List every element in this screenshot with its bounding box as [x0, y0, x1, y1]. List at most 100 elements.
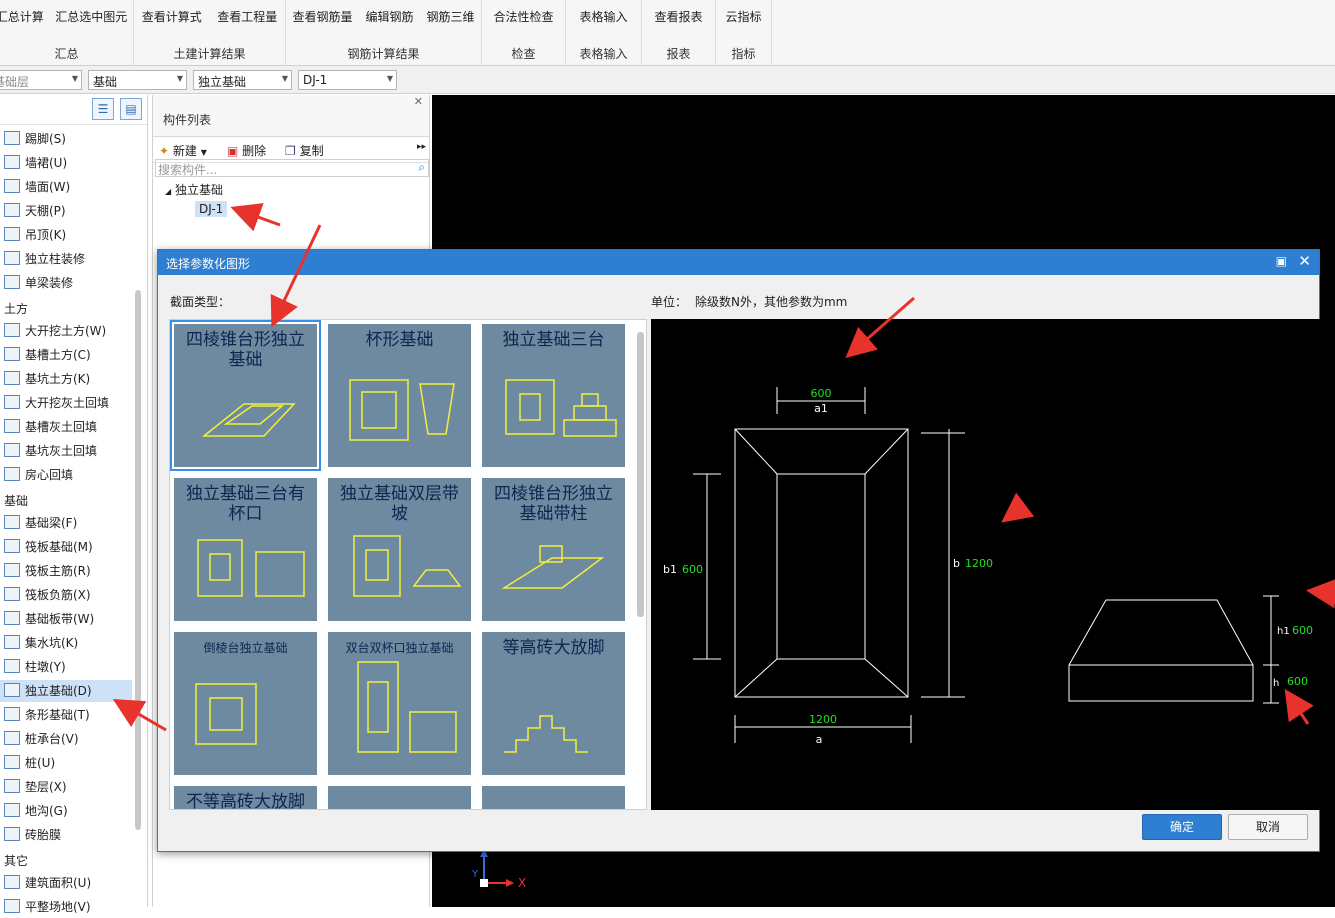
shape-sketch-icon: [328, 786, 471, 810]
nav-item[interactable]: 吊顶(K): [4, 224, 66, 246]
cancel-button[interactable]: 取消: [1228, 814, 1308, 840]
nav-item-label: 柱墩(Y): [25, 660, 66, 674]
component-type-icon: [4, 203, 20, 217]
nav-item[interactable]: 筏板基础(M): [4, 536, 93, 558]
dim-b1-value[interactable]: 600: [682, 563, 703, 576]
component-type-icon: [4, 419, 20, 433]
tree-item-dj1[interactable]: DJ-1: [195, 201, 228, 217]
view-report-button[interactable]: 查看报表: [652, 8, 704, 25]
tree-root[interactable]: ◢ 独立基础: [165, 181, 223, 198]
gallery-scrollbar[interactable]: [637, 332, 644, 617]
shape-caption: 独立基础三台有杯口: [186, 484, 305, 524]
table-input-button[interactable]: 表格输入: [577, 8, 629, 25]
delete-button[interactable]: ▣ 删除: [227, 142, 266, 159]
nav-item[interactable]: 平整场地(V): [4, 896, 91, 918]
axis-icon: X Y: [471, 849, 526, 890]
nav-item[interactable]: 桩(U): [4, 752, 55, 774]
shape-thumbnail[interactable]: 独立基础双层带坡: [328, 478, 471, 621]
dim-h-value[interactable]: 600: [1287, 675, 1308, 688]
nav-item[interactable]: 独立柱装修: [4, 248, 85, 270]
maximize-icon[interactable]: ▣: [1276, 254, 1287, 268]
chevron-down-icon: ▼: [200, 148, 207, 157]
component-type-icon: [4, 635, 20, 649]
shape-caption: 独立基础三台: [502, 330, 605, 350]
nav-item[interactable]: 墙裙(U): [4, 152, 67, 174]
nav-item[interactable]: 大开挖土方(W): [4, 320, 106, 342]
nav-item[interactable]: 砖胎膜: [4, 824, 61, 846]
nav-item-label: 筏板负筋(X): [25, 588, 91, 602]
component-type-icon: [4, 467, 20, 481]
nav-item[interactable]: 集水坑(K): [4, 632, 78, 654]
view-quantity-button[interactable]: 查看工程量: [215, 8, 279, 25]
nav-item[interactable]: 垫层(X): [4, 776, 67, 798]
preview-drawing: 600 a1 b1 600 b 1200 1200 a h1 600 h 600: [663, 387, 1313, 746]
nav-item[interactable]: 墙面(W): [4, 176, 70, 198]
nav-item[interactable]: 基坑灰土回填: [4, 440, 97, 462]
nav-item[interactable]: 地沟(G): [4, 800, 68, 822]
shape-thumbnail[interactable]: 杯形基础: [328, 324, 471, 467]
shape-thumbnail[interactable]: 等高砖大放脚: [482, 632, 625, 775]
ribbon-group-check: 合法性检查 检查: [482, 0, 566, 66]
component-type-icon: [4, 227, 20, 241]
component-type-icon: [4, 443, 20, 457]
dim-h1-value[interactable]: 600: [1292, 624, 1313, 637]
dim-b-value[interactable]: 1200: [965, 557, 993, 570]
cloud-index-button[interactable]: 云指标: [723, 8, 763, 25]
close-icon[interactable]: ✕: [414, 95, 423, 108]
dim-a-value[interactable]: 1200: [809, 713, 837, 726]
detail-view-icon[interactable]: ▤: [120, 98, 142, 120]
more-icon[interactable]: ▸▸: [417, 142, 426, 152]
validity-check-button[interactable]: 合法性检查: [491, 8, 555, 25]
component-type-icon: [4, 179, 20, 193]
nav-item[interactable]: 筏板负筋(X): [4, 584, 91, 606]
nav-item-label: 大开挖灰土回填: [25, 396, 110, 410]
nav-scrollbar[interactable]: [135, 290, 141, 830]
view-formula-button[interactable]: 查看计算式: [140, 8, 204, 25]
floor-select[interactable]: 基础层▼: [0, 70, 82, 90]
shape-thumbnail[interactable]: 四棱锥台形独立基础带柱: [482, 478, 625, 621]
summary-calc-button[interactable]: 汇总计算: [0, 8, 46, 25]
category-select[interactable]: 基础 ▼: [88, 70, 187, 90]
list-view-icon[interactable]: ☰: [92, 98, 114, 120]
nav-item[interactable]: 基槽灰土回填: [4, 416, 97, 438]
nav-item[interactable]: 踢脚(S): [4, 128, 66, 150]
summary-selected-button[interactable]: 汇总选中图元: [53, 8, 129, 25]
nav-item[interactable]: 独立基础(D): [0, 680, 132, 702]
component-select[interactable]: DJ-1 ▼: [298, 70, 397, 90]
component-type-icon: [4, 395, 20, 409]
nav-item[interactable]: 基础板带(W): [4, 608, 94, 630]
nav-item[interactable]: 房心回填: [4, 464, 73, 486]
shape-thumbnail[interactable]: 四棱锥台形独立基础: [170, 320, 321, 471]
dim-a1-value[interactable]: 600: [811, 387, 832, 400]
edit-rebar-button[interactable]: 编辑钢筋: [363, 8, 415, 25]
shape-thumbnail[interactable]: [482, 786, 625, 809]
nav-item[interactable]: 单梁装修: [4, 272, 73, 294]
nav-item[interactable]: 大开挖灰土回填: [4, 392, 109, 414]
component-search-input[interactable]: 搜索构件... ⌕: [155, 159, 429, 177]
nav-item[interactable]: 柱墩(Y): [4, 656, 66, 678]
rebar-3d-button[interactable]: 钢筋三维: [424, 8, 476, 25]
nav-item[interactable]: 桩承台(V): [4, 728, 79, 750]
nav-item[interactable]: 建筑面积(U): [4, 872, 91, 894]
copy-button[interactable]: ❐ 复制: [285, 142, 324, 159]
nav-item[interactable]: 条形基础(T): [4, 704, 90, 726]
chevron-down-icon: ▼: [176, 74, 183, 83]
nav-item[interactable]: 基础梁(F): [4, 512, 77, 534]
nav-item[interactable]: 筏板主筋(R): [4, 560, 91, 582]
shape-thumbnail[interactable]: 倒棱台独立基础: [174, 632, 317, 775]
new-button[interactable]: ✦ 新建 ▼: [159, 142, 207, 159]
shape-thumbnail[interactable]: [328, 786, 471, 810]
shape-thumbnail[interactable]: 双台双杯口独立基础: [328, 632, 471, 775]
shape-thumbnail[interactable]: 不等高砖大放脚: [174, 786, 317, 809]
nav-item[interactable]: 基坑土方(K): [4, 368, 90, 390]
component-type-icon: [4, 875, 20, 889]
shape-thumbnail[interactable]: 独立基础三台: [482, 324, 625, 467]
shape-thumbnail[interactable]: 独立基础三台有杯口: [174, 478, 317, 621]
ok-button[interactable]: 确定: [1142, 814, 1222, 840]
nav-item[interactable]: 基槽土方(C): [4, 344, 91, 366]
close-icon[interactable]: ✕: [1298, 252, 1311, 270]
nav-toolbar: ☰ ▤: [0, 95, 147, 125]
view-rebar-button[interactable]: 查看钢筋量: [290, 8, 354, 25]
nav-item[interactable]: 天棚(P): [4, 200, 66, 222]
type-select[interactable]: 独立基础 ▼: [193, 70, 292, 90]
